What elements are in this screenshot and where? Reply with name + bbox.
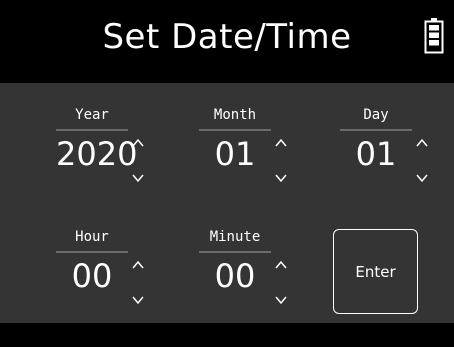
chevron-down-icon: [132, 296, 144, 305]
day-value[interactable]: 01: [340, 135, 412, 173]
hour-value[interactable]: 00: [56, 257, 128, 295]
battery-icon: [424, 18, 444, 54]
year-value[interactable]: 2020: [56, 135, 137, 173]
minute-value[interactable]: 00: [199, 257, 271, 295]
day-label: Day: [363, 107, 389, 123]
device-screen: Set Date/Time Year 2020 Month 01 Day 01 …: [0, 0, 454, 347]
chevron-up-icon: [132, 260, 144, 269]
chevron-down-icon: [132, 174, 144, 183]
enter-button[interactable]: Enter: [333, 229, 418, 314]
month-value[interactable]: 01: [199, 135, 271, 173]
hour-stepper[interactable]: [130, 259, 146, 307]
page-title: Set Date/Time: [102, 17, 352, 57]
chevron-down-icon: [275, 296, 287, 305]
chevron-down-icon: [275, 174, 287, 183]
hour-label: Hour: [75, 229, 109, 245]
chevron-down-icon: [416, 174, 428, 183]
chevron-up-icon: [416, 138, 428, 147]
month-label: Month: [213, 107, 257, 123]
chevron-up-icon: [275, 138, 287, 147]
year-stepper[interactable]: [130, 137, 146, 185]
month-stepper[interactable]: [273, 137, 289, 185]
header: Set Date/Time: [0, 0, 454, 83]
minute-label: Minute: [209, 229, 261, 245]
minute-stepper[interactable]: [273, 259, 289, 307]
footer-bar: [0, 323, 454, 347]
day-stepper[interactable]: [414, 137, 430, 185]
hour-divider: [56, 251, 128, 253]
day-divider: [340, 129, 412, 131]
chevron-up-icon: [275, 260, 287, 269]
chevron-up-icon: [132, 138, 144, 147]
year-label: Year: [75, 107, 109, 123]
minute-divider: [199, 251, 271, 253]
month-divider: [199, 129, 271, 131]
year-divider: [56, 129, 128, 131]
